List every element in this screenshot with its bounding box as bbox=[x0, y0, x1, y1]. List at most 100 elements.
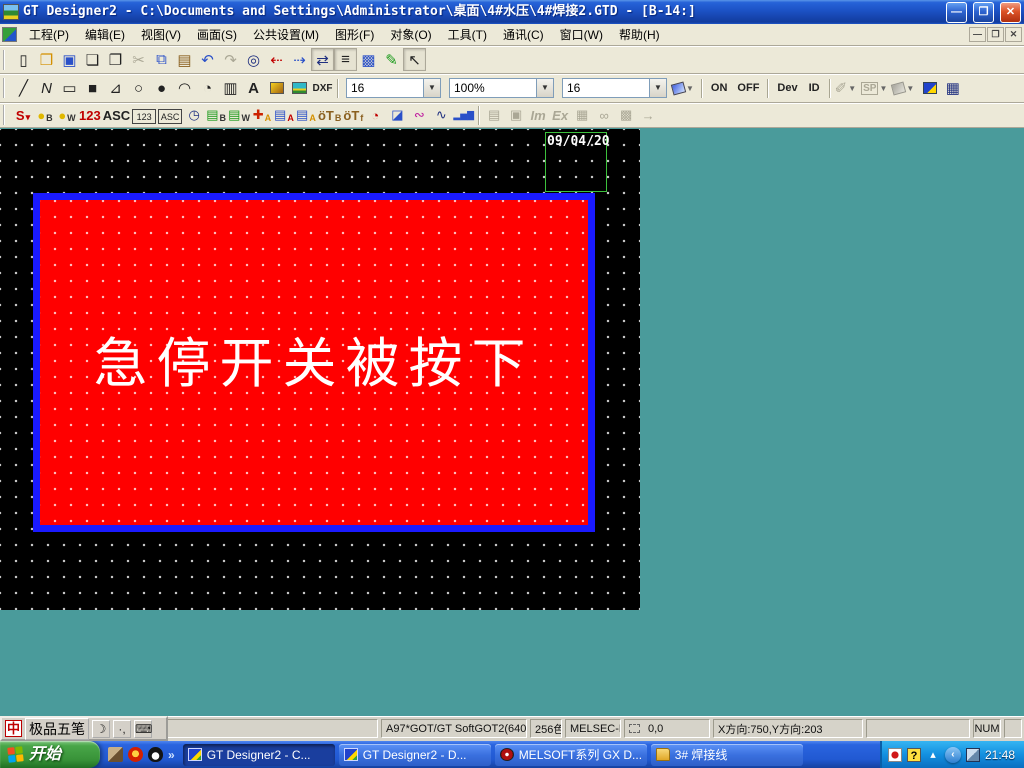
menu-help[interactable]: 帮助(H) bbox=[611, 24, 668, 45]
ascii-input-button[interactable]: ASC bbox=[157, 105, 183, 126]
menu-common[interactable]: 公共设置(M) bbox=[245, 24, 327, 45]
parts-window-button[interactable] bbox=[918, 77, 941, 100]
ascii-display-button[interactable]: ASC bbox=[102, 105, 131, 126]
ime-chinese-icon[interactable]: 中 bbox=[5, 720, 22, 737]
statistics-graph-button[interactable]: ▂▅▇ bbox=[452, 105, 475, 126]
menu-edit[interactable]: 编辑(E) bbox=[77, 24, 133, 45]
menu-tools[interactable]: 工具(T) bbox=[440, 24, 495, 45]
chevron-down-icon[interactable]: ▼ bbox=[423, 79, 440, 97]
alarm-list-system-button[interactable]: ▤A bbox=[295, 105, 317, 126]
rect-button[interactable]: ▭ bbox=[58, 77, 81, 100]
tray-network-icon[interactable] bbox=[966, 748, 980, 762]
mdi-minimize-button[interactable]: — bbox=[969, 27, 986, 42]
restore-button[interactable]: ❐ bbox=[973, 2, 994, 23]
chevron-more-icon[interactable]: » bbox=[168, 748, 175, 762]
toolbar-grip[interactable] bbox=[3, 78, 8, 98]
data-check-button[interactable]: ▩ bbox=[615, 105, 637, 126]
menu-object[interactable]: 对象(O) bbox=[382, 24, 439, 45]
open-screen-button[interactable]: ❐ bbox=[104, 48, 127, 71]
menu-project[interactable]: 工程(P) bbox=[21, 24, 77, 45]
ime-name-button[interactable]: 极品五笔 bbox=[25, 718, 89, 740]
save-button[interactable]: ▣ bbox=[58, 48, 81, 71]
parts-list-button[interactable]: ▦ bbox=[941, 77, 964, 100]
paint-button[interactable] bbox=[265, 77, 288, 100]
select-mode-button[interactable]: ↖ bbox=[403, 48, 426, 71]
overlay-screen-button[interactable]: ▣ bbox=[505, 105, 527, 126]
fill-color-button[interactable]: ▼ bbox=[671, 77, 698, 100]
menu-window[interactable]: 窗口(W) bbox=[552, 24, 611, 45]
snap-combo[interactable]: 16 ▼ bbox=[562, 78, 667, 98]
prev-screen-button[interactable]: ⇠ bbox=[265, 48, 288, 71]
jump-button[interactable]: → bbox=[637, 105, 659, 126]
qq-icon[interactable] bbox=[148, 747, 163, 762]
menu-communication[interactable]: 通讯(C) bbox=[495, 24, 552, 45]
device-button[interactable]: Dev bbox=[772, 77, 802, 100]
redo-button[interactable]: ↷ bbox=[219, 48, 242, 71]
tray-player-icon[interactable] bbox=[888, 748, 902, 762]
zoom-combo[interactable]: 100% ▼ bbox=[449, 78, 554, 98]
scale-button[interactable]: ▥ bbox=[219, 77, 242, 100]
numeric-display-button[interactable]: 123 bbox=[78, 105, 102, 126]
screen-canvas[interactable]: 09/04/20 急停开关被按下 bbox=[0, 129, 640, 610]
property-sheet-button[interactable]: ≡ bbox=[334, 48, 357, 71]
parts-display-button[interactable]: ∾ bbox=[408, 105, 430, 126]
arc-button[interactable]: ◠ bbox=[173, 77, 196, 100]
text-button[interactable]: A bbox=[242, 77, 265, 100]
media-player-icon[interactable] bbox=[108, 747, 123, 762]
id-button[interactable]: ID bbox=[803, 77, 826, 100]
new-screen-button[interactable]: ❏ bbox=[81, 48, 104, 71]
next-screen-button[interactable]: ⇢ bbox=[288, 48, 311, 71]
screen-call-button[interactable]: ▦ bbox=[571, 105, 593, 126]
open-button[interactable]: ❒ bbox=[35, 48, 58, 71]
filled-circle-button[interactable]: ● bbox=[150, 77, 173, 100]
tray-collapse-icon[interactable]: ‹ bbox=[945, 747, 961, 763]
mdi-document-icon[interactable] bbox=[2, 27, 17, 42]
on-button[interactable]: ON bbox=[706, 77, 733, 100]
polyline-button[interactable]: N bbox=[35, 77, 58, 100]
screen-dropdown[interactable]: S▾ bbox=[12, 105, 34, 126]
word-lamp-button[interactable]: ●W bbox=[56, 105, 78, 126]
dxf-button[interactable]: DXF bbox=[311, 77, 334, 100]
mdi-restore-button[interactable]: ❐ bbox=[987, 27, 1004, 42]
off-button[interactable]: OFF bbox=[732, 77, 764, 100]
comment-word-button[interactable]: ▤W bbox=[227, 105, 251, 126]
touch-key-button[interactable]: ✚A bbox=[251, 105, 273, 126]
menu-figure[interactable]: 图形(F) bbox=[327, 24, 382, 45]
task-gtdesigner-c[interactable]: GT Designer2 - C... bbox=[183, 744, 335, 766]
chevron-down-icon[interactable]: ▼ bbox=[536, 79, 553, 97]
line-button[interactable]: ╱ bbox=[12, 77, 35, 100]
image-button[interactable] bbox=[288, 77, 311, 100]
panel-meter-button[interactable]: ◔ bbox=[364, 105, 386, 126]
tray-eject-icon[interactable]: ▴ bbox=[926, 748, 940, 762]
menu-screen[interactable]: 画面(S) bbox=[189, 24, 245, 45]
minimize-button[interactable]: — bbox=[946, 2, 967, 23]
start-button[interactable]: 开始 bbox=[0, 741, 100, 768]
numeric-input-button[interactable]: 123 bbox=[131, 105, 157, 126]
filled-rect-button[interactable]: ■ bbox=[81, 77, 104, 100]
alarm-rectangle[interactable]: 急停开关被按下 bbox=[33, 193, 595, 532]
copy-button[interactable]: ⧉ bbox=[150, 48, 173, 71]
mdi-close-button[interactable]: ✕ bbox=[1005, 27, 1022, 42]
polygon-button[interactable]: ⊿ bbox=[104, 77, 127, 100]
close-button[interactable]: ✕ bbox=[1000, 2, 1021, 23]
task-melsoft[interactable]: MELSOFT系列 GX D... bbox=[495, 744, 647, 766]
undo-button[interactable]: ↶ bbox=[196, 48, 219, 71]
export-button[interactable]: Ex bbox=[549, 105, 571, 126]
trend-graph-button[interactable]: ∿ bbox=[430, 105, 452, 126]
line-style-button[interactable]: ✐▼ bbox=[834, 77, 861, 100]
draft-button[interactable]: ✎ bbox=[380, 48, 403, 71]
clock-button[interactable]: ◷ bbox=[183, 105, 205, 126]
sp-button[interactable]: SP▼ bbox=[860, 77, 891, 100]
menu-view[interactable]: 视图(V) bbox=[133, 24, 189, 45]
import-button[interactable]: Im bbox=[527, 105, 549, 126]
find-button[interactable]: ∞ bbox=[593, 105, 615, 126]
toolbar-grip[interactable] bbox=[3, 50, 8, 70]
storm-player-icon[interactable] bbox=[128, 747, 143, 762]
cut-button[interactable]: ✂ bbox=[127, 48, 150, 71]
fill-pattern-button[interactable]: ▼ bbox=[891, 77, 918, 100]
paste-button[interactable]: ▤ bbox=[173, 48, 196, 71]
level-button[interactable]: ◪ bbox=[386, 105, 408, 126]
sector-button[interactable]: ◔ bbox=[196, 77, 219, 100]
date-display-button[interactable]: öTB bbox=[317, 105, 342, 126]
ime-fullwidth-icon[interactable]: ☽ bbox=[92, 720, 110, 738]
